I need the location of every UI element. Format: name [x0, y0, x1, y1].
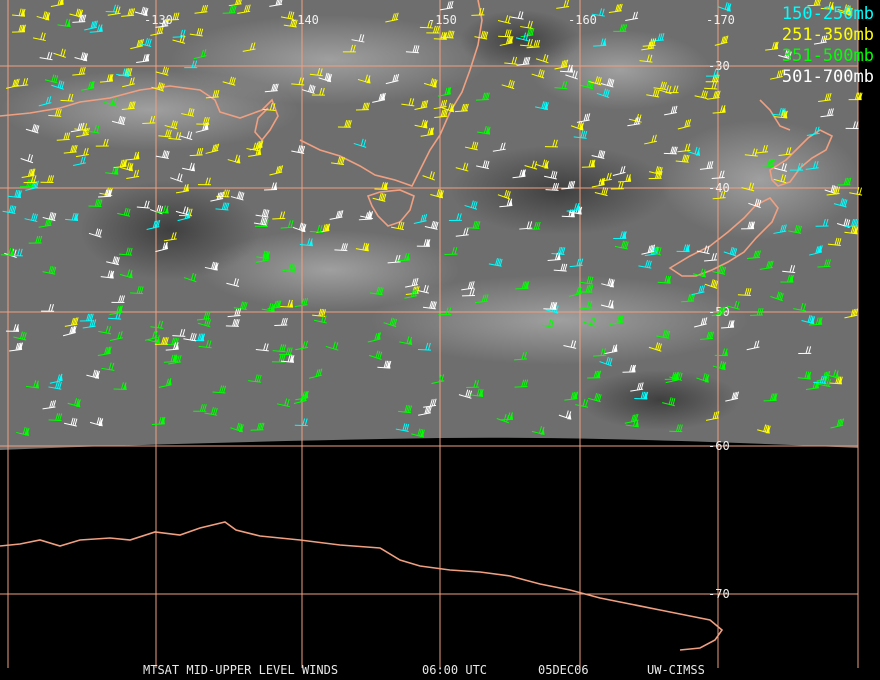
lat-label: -40 — [708, 181, 730, 195]
wind-barb — [142, 122, 156, 125]
wind-barb — [618, 180, 632, 183]
caption-product: MTSAT MID-UPPER LEVEL WINDS — [143, 663, 339, 677]
wind-barb — [809, 323, 823, 326]
wind-barb-feather — [859, 187, 862, 195]
legend-item-251-350mb: 251-350mb — [781, 25, 874, 45]
wind-barb — [163, 361, 177, 363]
pressure-legend: 150-250mb 251-350mb 351-500mb 501-700mb — [782, 4, 874, 88]
legend-item-351-500mb: 351-500mb — [781, 46, 874, 66]
wind-barb — [272, 217, 286, 220]
lon-label: -150 — [428, 13, 457, 27]
lat-label: -70 — [708, 587, 730, 601]
caption-date: 05DEC06 — [538, 663, 589, 677]
caption-source: UW-CIMSS — [647, 663, 705, 677]
wind-barb — [419, 26, 433, 29]
caption-time: 06:00 UTC — [422, 663, 488, 677]
water-vapour-imagery — [0, 0, 860, 450]
legend-item-501-700mb: 501-700mb — [781, 67, 874, 87]
legend-item-150-250mb: 150-250mb — [781, 4, 874, 24]
lon-label: -170 — [706, 13, 735, 27]
wind-barb — [264, 188, 278, 191]
image-caption: MTSAT MID-UPPER LEVEL WINDS 06:00 UTC 05… — [0, 663, 880, 679]
satellite-wind-map: -130 -140 -150 -160 -170 -30 -40 -50 -60… — [0, 0, 863, 668]
wind-barb — [417, 348, 431, 351]
lon-label: -160 — [568, 13, 597, 27]
lat-label: -60 — [708, 439, 730, 453]
lat-label: -30 — [708, 59, 730, 73]
antarctica-coastline — [0, 521, 724, 651]
